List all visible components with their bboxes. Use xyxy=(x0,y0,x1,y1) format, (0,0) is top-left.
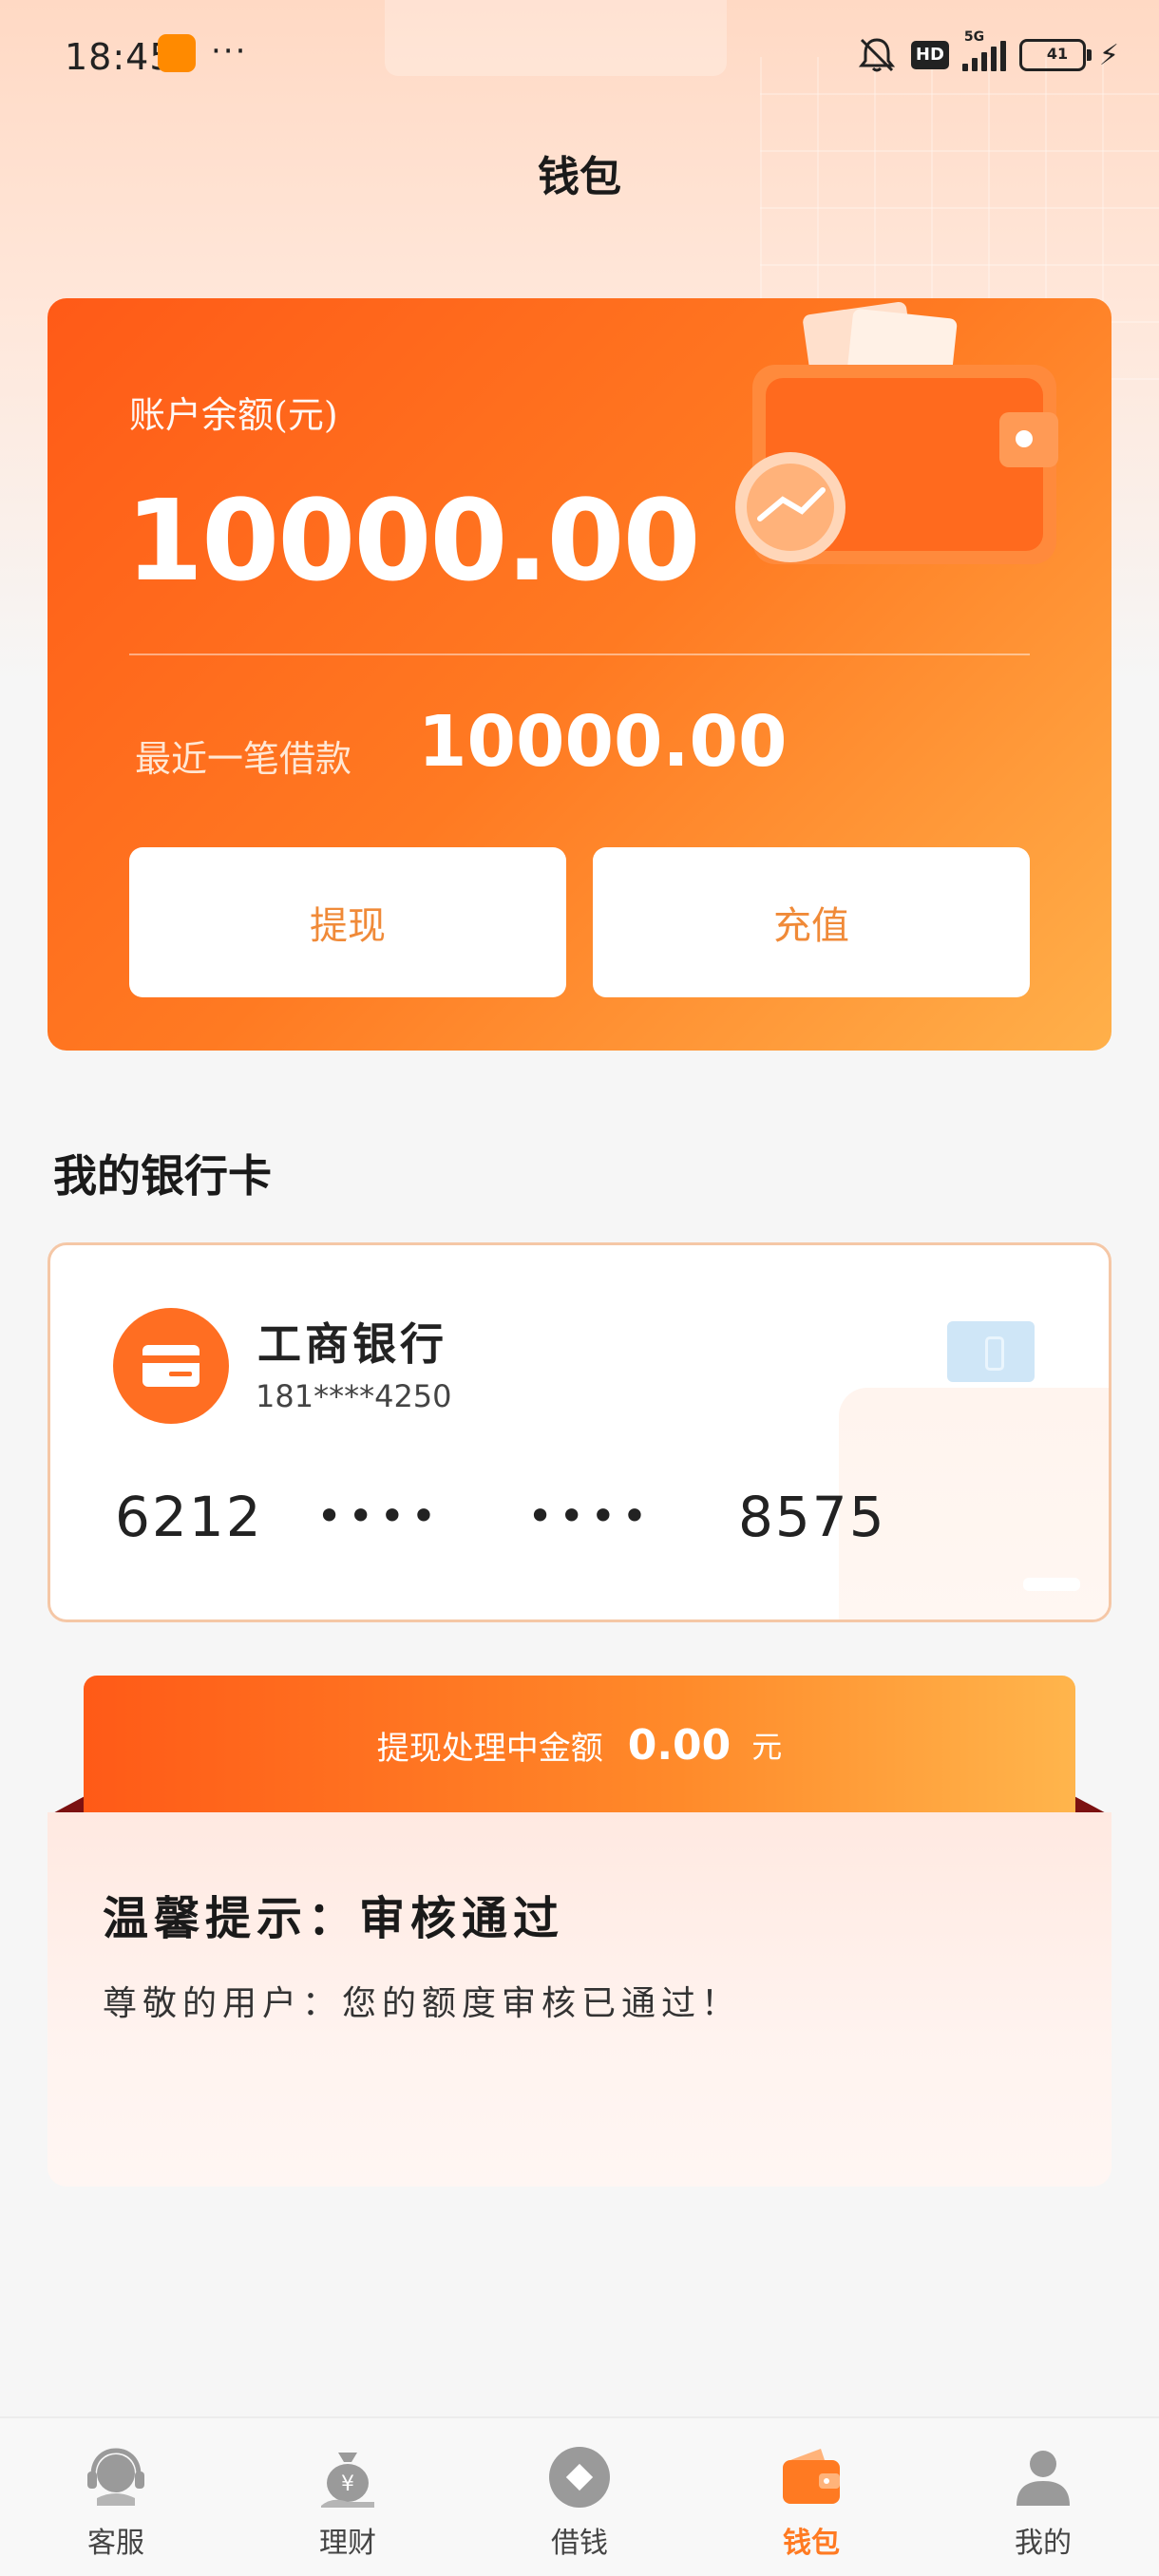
more-notifications-icon: ··· xyxy=(211,32,248,70)
wallet-illustration-icon xyxy=(735,301,1058,564)
money-bag-icon: ¥ xyxy=(321,2453,374,2508)
hd-badge: HD xyxy=(910,41,949,69)
status-indicators: HD 5G 41 ⚡ xyxy=(856,29,1119,76)
person-icon xyxy=(1016,2451,1070,2506)
page-title: 钱包 xyxy=(538,153,621,201)
nav-label: 理财 xyxy=(319,2527,376,2560)
notice-text: 尊敬的用户：您的额度审核已通过！ xyxy=(103,1984,742,2023)
notice-box: 温馨提示：审核通过 尊敬的用户：您的额度审核已通过！ xyxy=(48,1812,1112,2187)
bank-card[interactable]: 工商银行 181****4250 6212 •••• •••• 8575 xyxy=(48,1242,1112,1622)
bank-cards-title: 我的银行卡 xyxy=(53,1150,272,1202)
signal-icon: 5G xyxy=(961,29,1006,71)
charging-icon: ⚡ xyxy=(1098,38,1119,72)
battery-level: 41 xyxy=(1046,45,1069,63)
card-number-part: 6212 xyxy=(115,1485,263,1549)
nav-item-borrow[interactable]: 借钱 xyxy=(464,2418,695,2576)
recharge-button[interactable]: 充值 xyxy=(593,847,1030,997)
balance-amount: 10000.00 xyxy=(125,475,701,606)
processing-amount: 0.00 xyxy=(627,1720,732,1770)
processing-unit: 元 xyxy=(751,1729,783,1765)
headset-icon xyxy=(87,2448,144,2506)
bottom-nav: 客服 ¥ 理财 借钱 钱包 我的 xyxy=(0,2416,1159,2576)
nav-item-wallet[interactable]: 钱包 xyxy=(695,2418,927,2576)
battery-icon: 41 xyxy=(1018,39,1092,71)
processing-label: 提现处理中金额 xyxy=(376,1729,603,1768)
svg-text:¥: ¥ xyxy=(341,2472,354,2496)
card-number-part: 8575 xyxy=(738,1485,886,1549)
nav-label: 客服 xyxy=(87,2527,144,2560)
bank-logo-icon xyxy=(113,1308,229,1424)
app-notification-icon xyxy=(158,34,196,72)
card-number-part: •••• xyxy=(316,1490,443,1542)
diamond-icon xyxy=(549,2447,610,2508)
network-type: 5G xyxy=(963,29,985,45)
bank-name: 工商银行 xyxy=(257,1318,447,1370)
balance-card: 账户余额(元) 10000.00 最近一笔借款 10000.00 提现 充值 xyxy=(48,298,1112,1051)
nav-item-service[interactable]: 客服 xyxy=(0,2418,232,2576)
nav-label: 钱包 xyxy=(783,2527,840,2560)
withdraw-processing-bar: 提现处理中金额 0.00 元 xyxy=(84,1676,1075,1814)
card-chip-icon xyxy=(947,1321,1035,1382)
recent-loan-label: 最近一笔借款 xyxy=(135,738,352,780)
nav-label: 我的 xyxy=(1015,2527,1072,2560)
card-decoration-line xyxy=(1023,1578,1080,1591)
card-number-part: •••• xyxy=(527,1490,654,1542)
bank-phone: 181****4250 xyxy=(256,1378,452,1414)
withdraw-button[interactable]: 提现 xyxy=(129,847,566,997)
nav-label: 借钱 xyxy=(551,2527,608,2560)
divider xyxy=(129,653,1030,655)
balance-label: 账户余额(元) xyxy=(129,394,338,436)
notice-title: 温馨提示：审核通过 xyxy=(103,1892,565,1945)
wallet-icon xyxy=(783,2449,840,2504)
nav-item-finance[interactable]: ¥ 理财 xyxy=(232,2418,464,2576)
mute-bell-icon xyxy=(856,36,898,74)
recent-loan-amount: 10000.00 xyxy=(418,701,788,783)
nav-item-mine[interactable]: 我的 xyxy=(927,2418,1159,2576)
status-bar: 18:45 ··· HD 5G 41 ⚡ xyxy=(0,0,1159,114)
